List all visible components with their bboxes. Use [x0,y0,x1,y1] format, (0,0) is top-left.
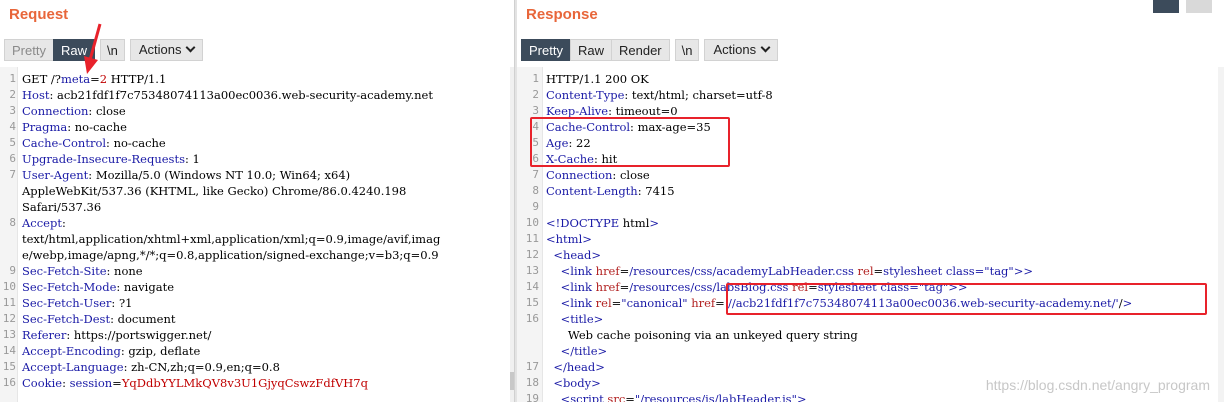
line-text: <body> [553,376,601,390]
line-number: 3 [9,104,16,117]
line-number: 6 [9,152,16,165]
response-scrollbar[interactable] [1218,67,1224,402]
annotation-arrow-icon [84,23,102,74]
response-tab-pretty[interactable]: Pretty [521,38,570,61]
line-text: Web cache poisoning via an unkeyed query… [546,328,858,342]
line-text: text/html,application/xhtml+xml,applicat… [22,232,441,246]
line-number: 14 [525,280,539,293]
line-text: Upgrade-Insecure-Requests: 1 [22,152,200,166]
line-number: 16 [2,376,16,389]
line-number: 14 [2,344,16,357]
line-text: HTTP/1.1 200 OK [546,72,649,86]
request-actions-label: Actions [138,41,182,57]
response-toolbar: Pretty Raw Render \n Actions [521,38,783,61]
line-number: 11 [2,296,16,309]
line-text: Accept: [22,216,66,230]
line-text: Content-Type: text/html; charset=utf-8 [546,88,773,102]
response-newline-toggle[interactable]: \n [674,38,700,61]
line-text: Cache-Control: no-cache [22,136,166,150]
line-text: Cookie: session=YqDdbYYLMkQV8v3U1GjyqCsw… [22,376,368,390]
line-number: 19 [525,392,539,402]
request-tab-pretty[interactable]: Pretty [4,38,53,61]
request-editor[interactable]: 1 GET /?meta=2 HTTP/1.1 2 Host: acb21fdf1f7… [0,67,510,402]
list-view-toggle-icon[interactable] [1186,0,1212,13]
line-number: 10 [2,280,16,293]
line-number: 13 [2,328,16,341]
response-pane: Response Pretty Raw Render \n Actions 1H… [517,0,1224,402]
request-actions-button[interactable]: Actions [129,38,204,61]
chevron-down-icon [186,42,196,53]
line-number: 18 [525,376,539,389]
chevron-down-icon [760,42,771,53]
line-text: <title> [560,312,604,326]
line-text: Accept-Language: zh-CN,zh;q=0.9,en;q=0.8 [22,360,280,374]
line-text: Sec-Fetch-Mode: navigate [22,280,175,294]
line-number: 10 [525,216,539,229]
request-pane: Request Pretty Raw \n Actions 1 GET /?met… [0,0,514,402]
response-title: Response [526,6,598,23]
line-number: 5 [9,136,16,149]
line-text: <head> [553,248,602,262]
response-actions-label: Actions [713,41,757,57]
line-text: Sec-Fetch-Dest: document [22,312,176,326]
line-text: <!DOCTYPE html> [546,216,660,230]
line-text: Host: acb21fdf1f7c75348074113a00ec0036.w… [22,88,433,102]
line-text: <script src="/resources/js/labHeader.js"… [560,392,807,402]
line-text: Connection: close [546,168,650,182]
line-number: 12 [2,312,16,325]
line-text: Sec-Fetch-User: ?1 [22,296,133,310]
watermark: https://blog.csdn.net/angry_program [985,377,1210,393]
line-number: 8 [532,184,539,197]
line-text: Referer: https://portswigger.net/ [22,328,212,342]
line-number: 11 [525,232,539,245]
line-number: 16 [525,312,539,325]
cache-headers-highlight [530,117,730,167]
split-view-toggle-icon[interactable] [1153,0,1179,13]
line-number: 12 [525,248,539,261]
line-text: Safari/537.36 [22,200,102,214]
line-text: AppleWebKit/537.36 (KHTML, like Gecko) C… [22,184,407,198]
line-text: <link href=/resources/css/academyLabHead… [560,264,1033,278]
line-number: 4 [9,120,16,133]
line-number: 15 [2,360,16,373]
response-tab-raw[interactable]: Raw [569,38,611,61]
line-text: </head> [553,360,605,374]
line-number: 1 [532,72,539,85]
response-tab-render[interactable]: Render [610,38,670,61]
line-number: 7 [532,168,539,181]
line-text: Accept-Encoding: gzip, deflate [22,344,201,358]
line-number: 13 [525,264,539,277]
response-actions-button[interactable]: Actions [704,38,779,61]
line-number: 17 [525,360,539,373]
line-number: 8 [9,216,16,229]
line-text: Content-Length: 7415 [546,184,675,198]
canonical-href-highlight [726,283,1207,315]
line-text: <html> [546,232,592,246]
line-number: 2 [532,88,539,101]
line-text: e/webp,image/apng,*/*;q=0.8,application/… [22,248,439,262]
line-number: 7 [9,168,16,181]
line-text: Sec-Fetch-Site: none [22,264,143,278]
line-number: 9 [532,200,539,213]
line-number: 15 [525,296,539,309]
request-title: Request [9,6,69,23]
line-number: 2 [9,88,16,101]
line-number: 1 [9,72,16,85]
line-text: Pragma: no-cache [22,120,127,134]
line-number: 9 [9,264,16,277]
line-text: Connection: close [22,104,126,118]
line-text: User-Agent: Mozilla/5.0 (Windows NT 10.0… [22,168,351,182]
line-text: </title> [560,344,608,358]
